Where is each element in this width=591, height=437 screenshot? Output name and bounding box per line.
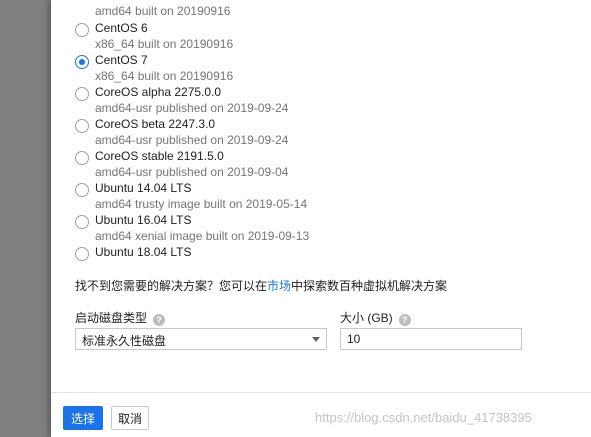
help-icon[interactable]: ? bbox=[398, 314, 411, 326]
os-option-desc: amd64 trusty image built on 2019-05-14 bbox=[95, 197, 308, 211]
os-option-name: CoreOS alpha 2275.0.0 bbox=[95, 85, 222, 99]
disk-size-label: 大小 (GB)? bbox=[340, 309, 411, 326]
os-option-name: Ubuntu 18.04 LTS bbox=[95, 245, 192, 259]
os-option-desc: x86_64 built on 20190916 bbox=[95, 69, 234, 83]
radio-button-selected[interactable] bbox=[75, 55, 89, 69]
hint-suffix: 中探索数百种虚拟机解决方案 bbox=[291, 279, 448, 293]
disk-size-input[interactable] bbox=[340, 328, 522, 350]
radio-button[interactable] bbox=[75, 247, 89, 261]
radio-button[interactable] bbox=[75, 151, 89, 165]
os-option-name: CentOS 7 bbox=[95, 53, 148, 67]
disk-type-value: 标准永久性磁盘 bbox=[82, 334, 167, 348]
help-icon[interactable]: ? bbox=[153, 314, 166, 326]
disk-size-label-text: 大小 (GB) bbox=[340, 311, 393, 325]
cancel-button[interactable]: 取消 bbox=[111, 406, 149, 430]
disk-type-label: 启动磁盘类型? bbox=[75, 309, 166, 326]
footer-divider bbox=[51, 392, 591, 393]
os-option-name: CoreOS beta 2247.3.0 bbox=[95, 117, 216, 131]
select-button[interactable]: 选择 bbox=[63, 406, 103, 430]
os-option-desc: x86_64 built on 20190916 bbox=[95, 37, 234, 51]
radio-button[interactable] bbox=[75, 119, 89, 133]
radio-button[interactable] bbox=[75, 183, 89, 197]
os-option-name: Ubuntu 16.04 LTS bbox=[95, 213, 192, 227]
radio-button[interactable] bbox=[75, 215, 89, 229]
hint-prefix: 找不到您需要的解决方案？您可以在 bbox=[75, 279, 268, 293]
os-image-list[interactable]: amd64 built on 20190916 CentOS 6 x86_64 … bbox=[51, 0, 491, 262]
marketplace-link[interactable]: 市场 bbox=[267, 279, 291, 293]
os-option-desc: amd64-usr published on 2019-09-24 bbox=[95, 101, 289, 115]
boot-disk-dialog: amd64 built on 20190916 CentOS 6 x86_64 … bbox=[51, 0, 591, 437]
os-option-desc: amd64-usr published on 2019-09-04 bbox=[95, 165, 289, 179]
os-option-name: Ubuntu 14.04 LTS bbox=[95, 181, 192, 195]
os-option-name: CentOS 6 bbox=[95, 21, 148, 35]
radio-button[interactable] bbox=[75, 23, 89, 37]
os-option-desc: amd64 built on 20190916 bbox=[95, 4, 231, 18]
disk-type-label-text: 启动磁盘类型 bbox=[75, 311, 148, 325]
watermark: https://blog.csdn.net/baidu_41738395 bbox=[315, 410, 532, 425]
os-option-desc: amd64-usr published on 2019-09-24 bbox=[95, 133, 289, 147]
disk-type-select[interactable]: 标准永久性磁盘 bbox=[75, 328, 327, 350]
os-option-name: CoreOS stable 2191.5.0 bbox=[95, 149, 224, 163]
dropdown-caret-icon bbox=[312, 337, 320, 342]
os-option-desc: amd64 xenial image built on 2019-09-13 bbox=[95, 229, 310, 243]
radio-button[interactable] bbox=[75, 87, 89, 101]
marketplace-hint: 找不到您需要的解决方案？您可以在市场中探索数百种虚拟机解决方案 bbox=[75, 277, 447, 294]
